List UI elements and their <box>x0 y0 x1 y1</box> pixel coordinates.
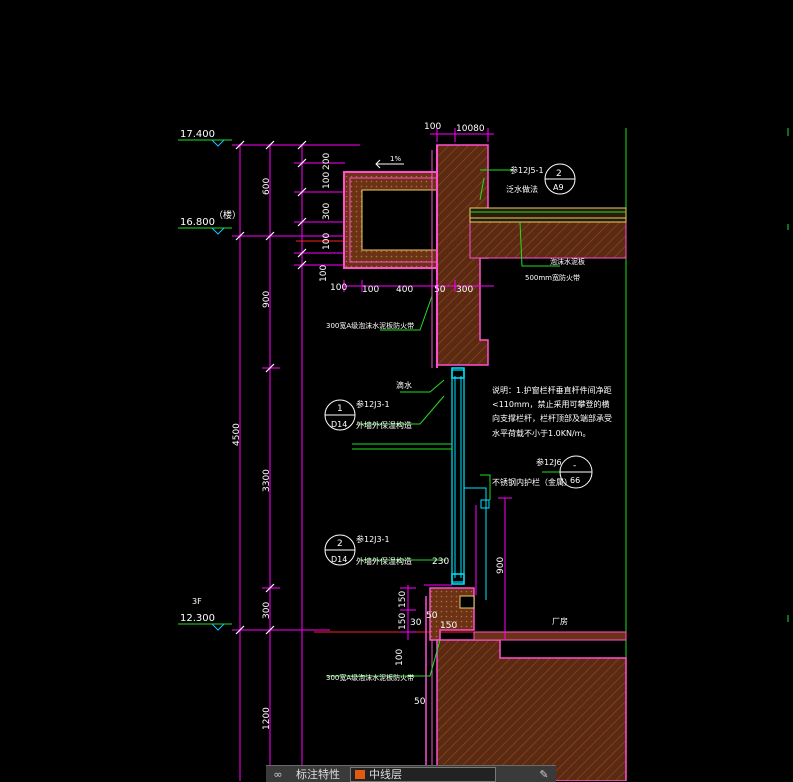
layer-name: 中线层 <box>369 768 402 781</box>
left-dimension-chains <box>232 144 360 781</box>
ref3-num: - <box>573 461 576 471</box>
dim-50-c: 50 <box>414 697 426 707</box>
dim-150-a: 150 <box>398 591 408 608</box>
roof-note-1: 泡沫水泥板 <box>550 257 585 266</box>
insul-band-bottom: 300宽A级泡沫水泥板防火带 <box>326 673 414 682</box>
desc-line-2: <110mm，禁止采用可攀登的横 <box>492 399 610 409</box>
room-label: 厂房 <box>552 616 568 626</box>
ref3-text: 参12J6 <box>536 457 562 467</box>
roof-slab <box>469 221 627 259</box>
ref4-sheet: D14 <box>331 555 347 564</box>
lower-wall <box>436 639 627 781</box>
ref1-sheet: A9 <box>553 183 564 192</box>
dim-300-c: 300 <box>456 285 473 295</box>
status-bar: ∞ 标注特性 中线层 ✎ <box>266 765 556 782</box>
window-frame <box>451 367 465 585</box>
dim-4500: 4500 <box>232 423 242 446</box>
desc-line-1: 说明：1.护窗栏杆垂直杆件间净距 <box>492 385 612 395</box>
dim-400: 400 <box>396 285 413 295</box>
dim-900-b: 900 <box>496 557 506 574</box>
dim-top-100: 100 <box>424 122 441 132</box>
dim-200: 200 <box>322 153 332 170</box>
dim-100-f: 100 <box>395 649 405 666</box>
dim-100-e: 100 <box>362 285 379 295</box>
roof-note-2: 500mm宽防火带 <box>525 273 580 282</box>
dim-100-c: 100 <box>319 265 329 282</box>
dim-3300: 3300 <box>262 469 272 492</box>
roof-insulation <box>469 207 627 223</box>
level-12300: 12.300 <box>180 613 215 624</box>
dim-150-c: 150 <box>440 621 457 631</box>
ref1-text: 参12J5-1 <box>510 165 544 175</box>
dim-top-10080: 10080 <box>456 124 485 134</box>
dim-900: 900 <box>262 291 272 308</box>
ref1-desc: 泛水做法 <box>506 184 538 194</box>
layer-dropdown[interactable]: 中线层 <box>350 766 496 782</box>
ref3-desc: 不锈钢内护栏（金属） <box>492 477 572 487</box>
cad-drawing: 17.400 16.800 （楼） 3F 12.300 600 900 4500… <box>178 122 789 781</box>
dim-100-a: 100 <box>322 172 332 189</box>
level-16800: 16.800 <box>180 217 215 228</box>
status-label: 标注特性 <box>296 768 340 781</box>
level-16800-note: （楼） <box>214 209 241 221</box>
floor-slab-top <box>473 631 627 641</box>
dim-100-b: 100 <box>322 233 332 250</box>
guardrail <box>464 487 490 600</box>
dim-50-a: 50 <box>434 285 446 295</box>
dimension-ticks <box>235 140 307 635</box>
pen-icon[interactable]: ✎ <box>532 768 556 781</box>
binoculars-icon[interactable]: ∞ <box>266 766 290 782</box>
ref2-sheet: D14 <box>331 420 347 429</box>
insul-band-top: 300宽A级泡沫水泥板防火带 <box>326 321 414 330</box>
ref4-text: 参12J3-1 <box>356 534 390 544</box>
floor-3f: 3F <box>192 597 202 606</box>
dim-1200: 1200 <box>262 707 272 730</box>
dim-50-b: 50 <box>426 611 438 621</box>
ref1-num: 2 <box>556 169 562 179</box>
slope-label: 1% <box>390 155 401 163</box>
ref4-num: 2 <box>337 539 343 549</box>
dim-300: 300 <box>262 602 272 619</box>
ref2-num: 1 <box>337 404 343 414</box>
desc-line-3: 向支撑栏杆，栏杆顶部及端部承受 <box>492 413 612 423</box>
ref2-text: 参12J3-1 <box>356 399 390 409</box>
ref2-desc: 外墙外保温构造 <box>356 420 412 430</box>
desc-line-4: 水平荷载不小于1.0KN/m。 <box>492 428 590 438</box>
ref4-desc: 外墙外保温构造 <box>356 556 412 566</box>
layer-color-swatch <box>355 769 365 779</box>
dim-150-b: 150 <box>398 613 408 630</box>
dim-230: 230 <box>432 557 449 567</box>
dim-100-d: 100 <box>330 283 347 293</box>
dim-600: 600 <box>262 178 272 195</box>
level-17400: 17.400 <box>180 129 215 140</box>
dim-300-b: 300 <box>322 203 332 220</box>
dim-30: 30 <box>410 618 422 628</box>
drip-note: 滴水 <box>396 380 412 390</box>
